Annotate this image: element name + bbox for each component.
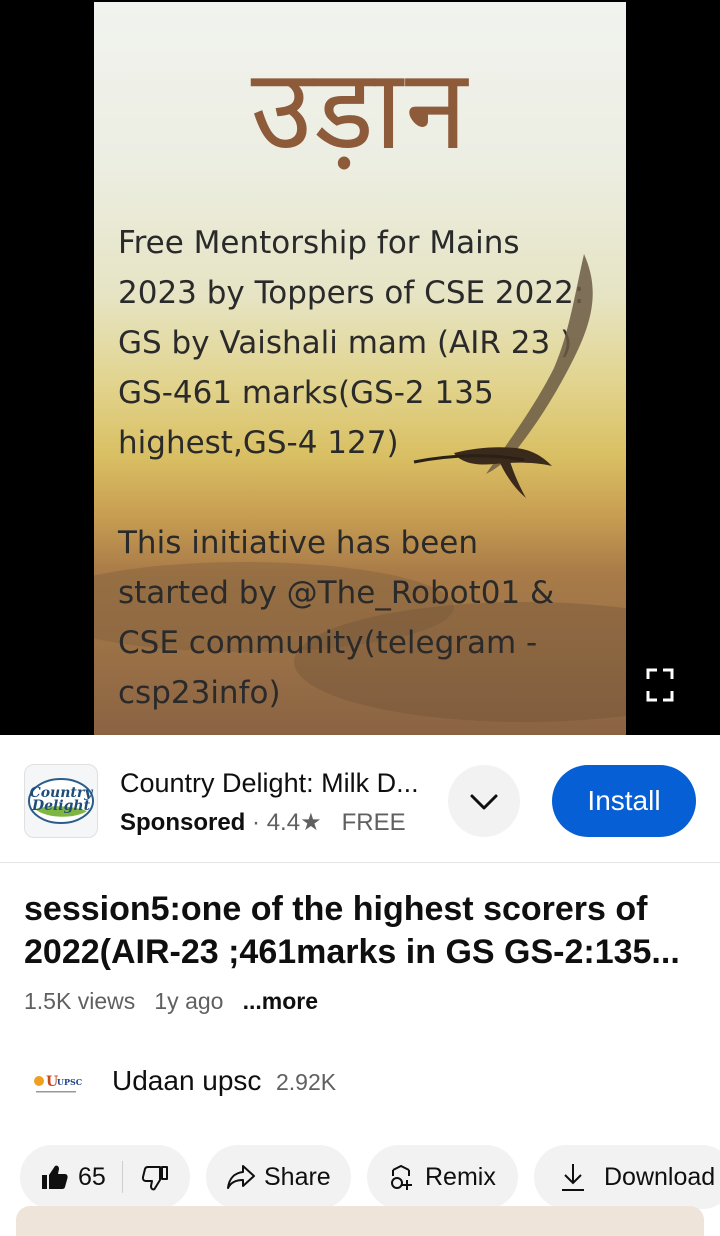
subscriber-count: 2.92K xyxy=(276,1069,337,1095)
dislike-button[interactable] xyxy=(123,1145,190,1209)
channel-logo-text: UPSC xyxy=(57,1077,82,1087)
poster-title: उड़ान xyxy=(250,45,470,175)
ad-expand-button[interactable] xyxy=(448,765,520,837)
channel-avatar[interactable]: U UPSC xyxy=(30,1066,82,1096)
share-label: Share xyxy=(264,1163,331,1191)
video-title-line: 2022(AIR-23 ;461marks in GS GS-2:135... xyxy=(24,933,680,971)
poster-text-line: started by @The_Robot01 & xyxy=(118,575,555,611)
upload-age: 1y ago xyxy=(154,988,224,1014)
download-icon xyxy=(562,1164,584,1191)
star-icon: ★ xyxy=(300,809,322,836)
remix-label: Remix xyxy=(425,1163,496,1191)
remix-button[interactable]: Remix xyxy=(367,1145,518,1209)
like-dislike-group: 65 xyxy=(20,1145,190,1209)
chevron-down-icon xyxy=(470,794,498,810)
fullscreen-icon[interactable] xyxy=(646,668,674,702)
ad-app-logo: Country Delight xyxy=(24,764,98,838)
install-button[interactable]: Install xyxy=(552,765,696,837)
ad-price: FREE xyxy=(341,809,406,836)
ad-title[interactable]: Country Delight: Milk D... xyxy=(120,768,419,799)
ad-logo-text-2: Delight xyxy=(31,798,91,814)
ad-meta: Sponsored · 4.4★ FREE xyxy=(120,808,406,837)
poster-text-line: csp23info) xyxy=(118,675,281,711)
share-icon xyxy=(227,1165,255,1189)
download-button[interactable]: Download xyxy=(534,1145,720,1209)
thumbs-up-icon xyxy=(42,1165,68,1189)
remix-icon xyxy=(391,1164,412,1190)
poster-text-line: highest,GS-4 127) xyxy=(118,425,399,461)
thumbs-down-icon xyxy=(141,1166,168,1191)
meta-separator: · xyxy=(252,809,261,836)
share-button[interactable]: Share xyxy=(206,1145,351,1209)
sponsored-label: Sponsored xyxy=(120,809,246,836)
view-count: 1.5K views xyxy=(24,988,136,1014)
like-button[interactable]: 65 xyxy=(20,1145,122,1209)
more-link[interactable]: ...more xyxy=(243,988,318,1014)
video-meta: 1.5K views 1y ago ...more xyxy=(24,988,318,1015)
eagle-illustration xyxy=(413,254,593,498)
sponsored-ad[interactable]: Country Delight Country Delight: Milk D.… xyxy=(0,740,720,863)
video-title-line: session5:one of the highest scorers of xyxy=(24,890,648,928)
poster-text-line: CSE community(telegram - xyxy=(118,625,538,661)
download-label: Download xyxy=(604,1163,716,1191)
like-count: 65 xyxy=(78,1163,106,1191)
video-title[interactable]: session5:one of the highest scorers of 2… xyxy=(24,888,696,974)
ad-rating: 4.4 xyxy=(266,809,301,836)
video-player[interactable]: उड़ान Free Mentorship for Mains 2023 by … xyxy=(0,0,720,735)
comments-panel-peek[interactable] xyxy=(16,1206,704,1236)
poster-text-line: This initiative has been xyxy=(118,525,478,561)
channel-name[interactable]: Udaan upsc xyxy=(112,1065,261,1097)
video-thumbnail: उड़ान Free Mentorship for Mains 2023 by … xyxy=(94,2,626,735)
